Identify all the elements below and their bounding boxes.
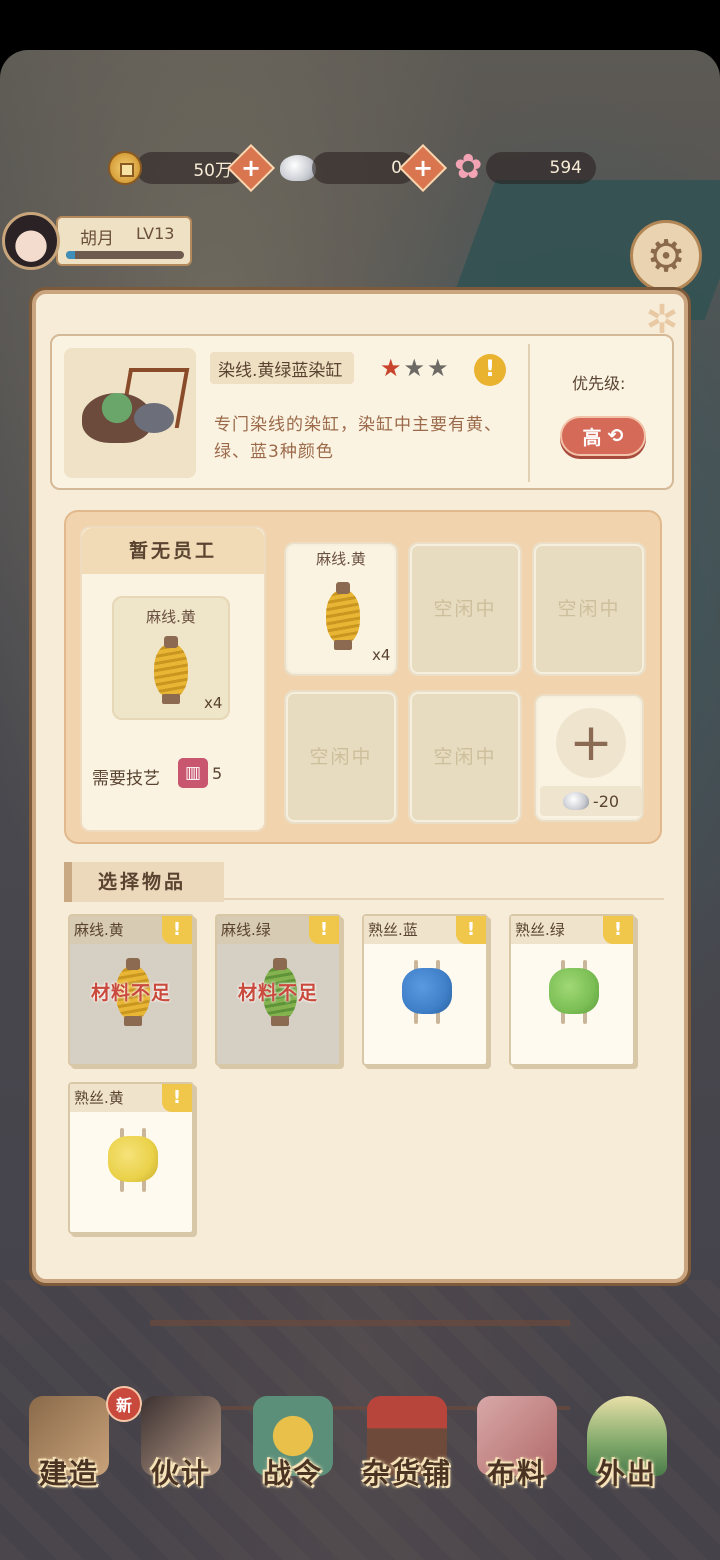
slot-item-qty: x4 <box>372 646 391 664</box>
nav-fabric[interactable]: 布料 <box>462 1390 572 1520</box>
product-name: 麻线.黄 <box>146 608 196 626</box>
item-card[interactable]: 熟丝.黄 ! <box>68 1082 194 1234</box>
player-level: LV13 <box>136 224 175 243</box>
star-icon: ★ <box>380 354 402 382</box>
building-description: 专门染线的染缸，染缸中主要有黄、绿、蓝3种颜色 <box>214 415 502 462</box>
info-icon[interactable]: ! <box>162 1084 192 1112</box>
item-card[interactable]: 麻线.绿 ! 材料不足 <box>215 914 341 1066</box>
item-card[interactable]: 熟丝.绿 ! <box>509 914 635 1066</box>
insufficient-label: 材料不足 <box>90 982 171 1004</box>
nav-staff[interactable]: 伙计 <box>126 1390 236 1520</box>
queue-slot-idle[interactable]: 空闲中 <box>408 690 522 824</box>
divider <box>224 898 664 900</box>
player-card: 胡月 LV13 <box>56 216 192 266</box>
gear-icon[interactable]: ⚙ <box>630 220 702 292</box>
nav-battle-pass[interactable]: 战令 <box>238 1390 348 1520</box>
bottom-nav: 新 建造 伙计 战令 杂货铺 布料 外出 <box>0 1386 720 1530</box>
player-badge[interactable]: 胡月 LV13 <box>0 210 195 272</box>
production-panel: 暂无员工 麻线.黄 x4 需要技艺 ▥ 5 麻线.黄 x4 空闲中 空闲中 空闲… <box>64 510 662 844</box>
plus-icon: + <box>556 708 626 778</box>
worker-header: 暂无员工 <box>82 528 264 574</box>
nav-label: 外出 <box>596 1457 657 1490</box>
nav-label: 杂货铺 <box>361 1457 452 1490</box>
divider <box>528 344 530 482</box>
info-icon[interactable]: ! <box>456 916 486 944</box>
nav-outing[interactable]: 外出 <box>572 1390 682 1520</box>
building-dialog: ✲ 染线.黄绿蓝染缸 ★ ★ ★ ! 专门染线的染缸，染缸中主要有黄、绿、蓝3种… <box>32 290 688 1283</box>
item-card[interactable]: 熟丝.蓝 ! <box>362 914 488 1066</box>
priority-value: 高 <box>582 426 602 449</box>
nav-label: 战令 <box>262 1457 323 1490</box>
dye-vat-image <box>64 348 196 478</box>
info-icon[interactable]: ! <box>162 916 192 944</box>
item-card[interactable]: 麻线.黄 ! 材料不足 <box>68 914 194 1066</box>
nav-label: 布料 <box>486 1457 547 1490</box>
flower-icon <box>454 147 486 187</box>
skill-book-icon: ▥ <box>178 758 208 788</box>
nav-shop[interactable]: 杂货铺 <box>352 1390 462 1520</box>
xp-bar <box>66 251 184 259</box>
nav-build[interactable]: 新 建造 <box>14 1386 142 1520</box>
silver-ingot-icon <box>280 155 316 181</box>
product-qty: x4 <box>204 694 223 712</box>
building-title: 染线.黄绿蓝染缸 <box>210 352 355 384</box>
silk-bundle-icon <box>549 960 599 1024</box>
add-silver-button[interactable]: + <box>398 143 448 193</box>
star-icon: ★ <box>403 354 426 382</box>
insufficient-label: 材料不足 <box>237 982 318 1004</box>
currency-bar: 50万 + 0 + 594 <box>100 143 596 193</box>
yarn-spool-icon <box>326 580 360 650</box>
silk-bundle-icon <box>108 1128 158 1192</box>
refresh-icon: ⟲ <box>607 425 624 447</box>
select-items-header: 选择物品 <box>64 862 224 902</box>
info-icon[interactable]: ! <box>603 916 633 944</box>
flower-amount: 594 <box>486 152 596 184</box>
nav-label: 建造 <box>38 1457 99 1490</box>
add-coins-button[interactable]: + <box>226 143 276 193</box>
xp-fill <box>66 251 76 259</box>
star-icon: ★ <box>427 354 449 382</box>
player-name: 胡月 <box>80 229 114 249</box>
silver-ingot-icon <box>562 792 589 810</box>
slot-item-name: 麻线.黄 <box>316 550 366 568</box>
queue-slot-idle[interactable]: 空闲中 <box>284 690 398 824</box>
info-icon[interactable]: ! <box>474 354 506 386</box>
worker-card[interactable]: 暂无员工 麻线.黄 x4 需要技艺 ▥ 5 <box>80 526 266 832</box>
star-rating: ★ ★ ★ <box>380 354 449 382</box>
idle-label: 空闲中 <box>433 746 497 768</box>
queue-slot-idle[interactable]: 空闲中 <box>408 542 522 676</box>
copper-coin-icon <box>108 151 142 185</box>
idle-label: 空闲中 <box>557 598 621 620</box>
queue-slot-idle[interactable]: 空闲中 <box>532 542 646 676</box>
cost-value: -20 <box>592 791 620 811</box>
priority-label: 优先级: <box>572 374 626 393</box>
add-slot-cost: -20 <box>540 786 642 816</box>
yarn-spool-icon <box>154 634 188 704</box>
priority-button[interactable]: 高 ⟲ <box>560 416 646 456</box>
building-info: 染线.黄绿蓝染缸 ★ ★ ★ ! 专门染线的染缸，染缸中主要有黄、绿、蓝3种颜色… <box>50 334 674 490</box>
idle-label: 空闲中 <box>433 598 497 620</box>
nav-label: 伙计 <box>150 1457 211 1490</box>
queue-slot-filled[interactable]: 麻线.黄 x4 <box>284 542 398 676</box>
add-slot-button[interactable]: + -20 <box>534 694 644 822</box>
idle-label: 空闲中 <box>309 746 373 768</box>
silk-bundle-icon <box>402 960 452 1024</box>
current-product: 麻线.黄 x4 <box>112 596 230 720</box>
skill-value: 5 <box>212 764 223 783</box>
avatar[interactable] <box>2 212 60 270</box>
info-icon[interactable]: ! <box>309 916 339 944</box>
skill-label: 需要技艺 <box>92 769 160 789</box>
